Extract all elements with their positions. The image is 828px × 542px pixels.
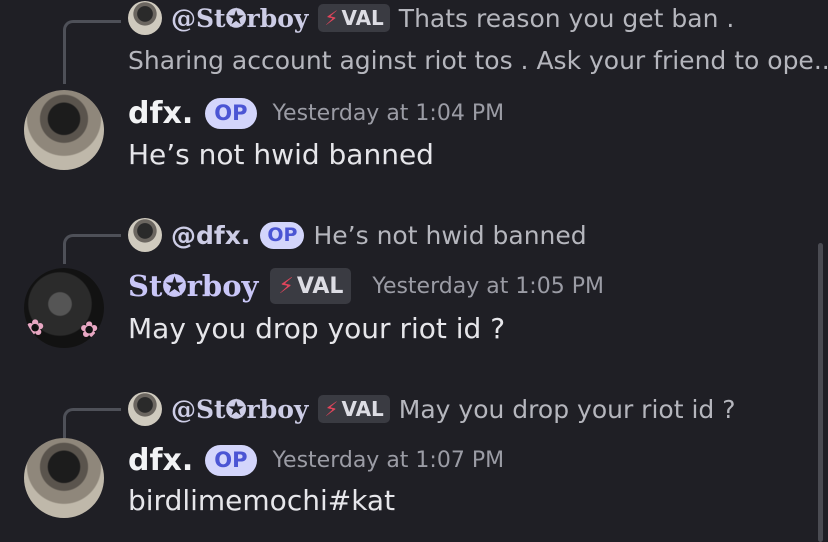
username[interactable]: dfx. bbox=[128, 96, 193, 131]
reply-text: Thats reason you get ban . bbox=[398, 3, 735, 33]
op-badge: OP bbox=[260, 221, 305, 249]
reply-author[interactable]: @St✪rboy bbox=[171, 4, 308, 33]
scrollbar[interactable] bbox=[818, 243, 823, 542]
bolt-icon: ⚡ bbox=[324, 6, 339, 30]
username[interactable]: dfx. bbox=[128, 443, 193, 478]
message-content: He’s not hwid banned bbox=[128, 138, 434, 171]
reply-avatar bbox=[128, 392, 162, 426]
tag-label: VAL bbox=[341, 6, 384, 30]
reply-preview[interactable]: @dfx. OP He’s not hwid banned bbox=[128, 217, 587, 253]
bolt-icon: ⚡ bbox=[324, 397, 339, 421]
avatar[interactable] bbox=[24, 438, 104, 518]
val-tag: ⚡ VAL bbox=[318, 4, 390, 32]
reply-preview[interactable]: @St✪rboy ⚡ VAL May you drop your riot id … bbox=[128, 391, 735, 427]
flower-icon: ✿ bbox=[80, 318, 99, 343]
message-header: St✪rboy ⚡ VAL Yesterday at 1:05 PM bbox=[128, 266, 604, 306]
message-header: dfx. OP Yesterday at 1:07 PM bbox=[128, 440, 504, 480]
reply-avatar bbox=[128, 1, 162, 35]
message-content: birdlimemochi#kat bbox=[128, 484, 396, 517]
reply-preview[interactable]: @St✪rboy ⚡ VAL Thats reason you get ban . bbox=[128, 0, 734, 36]
reply-text: May you drop your riot id ? bbox=[398, 394, 736, 424]
message-header: dfx. OP Yesterday at 1:04 PM bbox=[128, 93, 504, 133]
reply-avatar bbox=[128, 218, 162, 252]
op-badge: OP bbox=[205, 97, 257, 129]
reply-connector bbox=[63, 408, 121, 438]
avatar[interactable] bbox=[24, 90, 104, 170]
flower-icon: ✿ bbox=[26, 316, 45, 341]
reply-author[interactable]: @dfx. bbox=[171, 221, 250, 250]
val-tag: ⚡ VAL bbox=[318, 395, 390, 423]
val-tag: ⚡ VAL bbox=[270, 268, 352, 304]
tag-label: VAL bbox=[296, 273, 344, 299]
timestamp[interactable]: Yesterday at 1:04 PM bbox=[273, 101, 505, 126]
timestamp[interactable]: Yesterday at 1:05 PM bbox=[372, 274, 604, 299]
op-badge: OP bbox=[205, 444, 257, 476]
message-content: May you drop your riot id ? bbox=[128, 312, 506, 345]
tag-label: VAL bbox=[341, 397, 384, 421]
reply-connector bbox=[63, 20, 121, 84]
timestamp[interactable]: Yesterday at 1:07 PM bbox=[273, 448, 505, 473]
reply-text: He’s not hwid banned bbox=[313, 220, 587, 250]
avatar[interactable]: ✿ ✿ bbox=[24, 268, 104, 348]
reply-author[interactable]: @St✪rboy bbox=[171, 395, 308, 424]
reply-text-continued: Sharing account aginst riot tos . Ask yo… bbox=[128, 46, 828, 75]
username[interactable]: St✪rboy bbox=[128, 269, 258, 303]
reply-connector bbox=[63, 234, 121, 264]
bolt-icon: ⚡ bbox=[278, 273, 294, 299]
